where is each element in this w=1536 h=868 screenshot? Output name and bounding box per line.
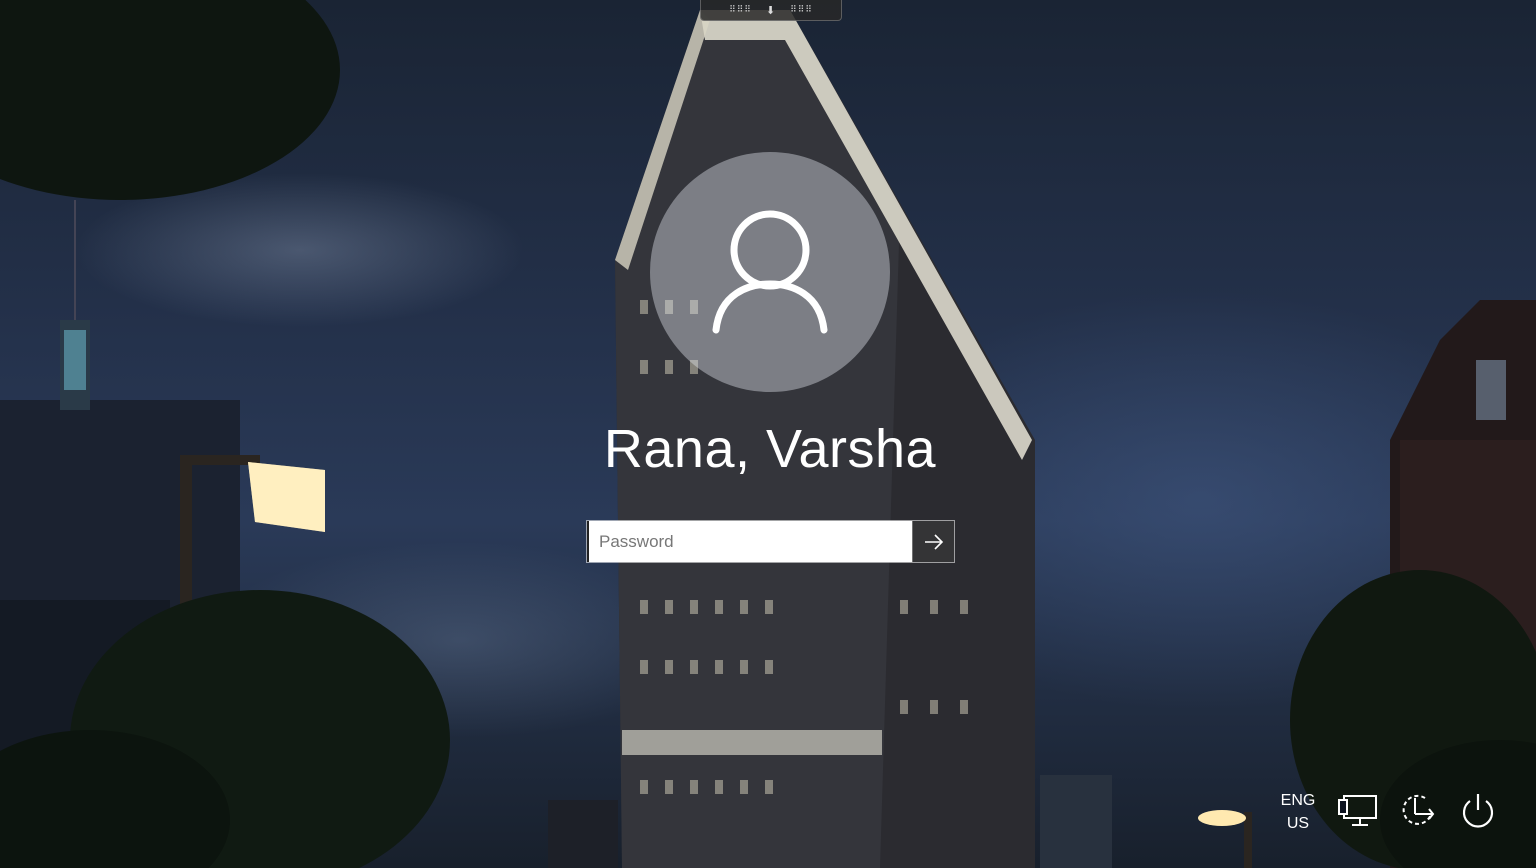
- submit-button[interactable]: [912, 521, 954, 562]
- remote-session-bar[interactable]: ⠿⠿⠿ ⬇ ⠿⠿⠿: [700, 0, 842, 21]
- drag-handle-right: ⠿⠿⠿: [790, 5, 813, 15]
- user-name: Rana, Varsha: [603, 419, 937, 479]
- network-button[interactable]: [1336, 788, 1380, 832]
- password-input[interactable]: [587, 521, 913, 562]
- ease-of-access-icon: [1402, 794, 1435, 825]
- language-code: ENG: [1280, 792, 1316, 809]
- power-button[interactable]: [1456, 788, 1500, 832]
- user-avatar-icon: [712, 210, 828, 334]
- arrow-right-icon: [924, 533, 943, 550]
- language-region: US: [1286, 815, 1310, 832]
- pin-down-icon[interactable]: ⬇: [766, 4, 776, 17]
- language-switcher[interactable]: ENG US: [1272, 788, 1324, 836]
- ease-of-access-button[interactable]: [1395, 788, 1439, 832]
- password-box: [586, 520, 955, 563]
- network-icon: [1338, 795, 1377, 826]
- power-icon: [1462, 794, 1494, 828]
- drag-handle-left: ⠿⠿⠿: [729, 5, 752, 15]
- user-avatar: [650, 152, 890, 392]
